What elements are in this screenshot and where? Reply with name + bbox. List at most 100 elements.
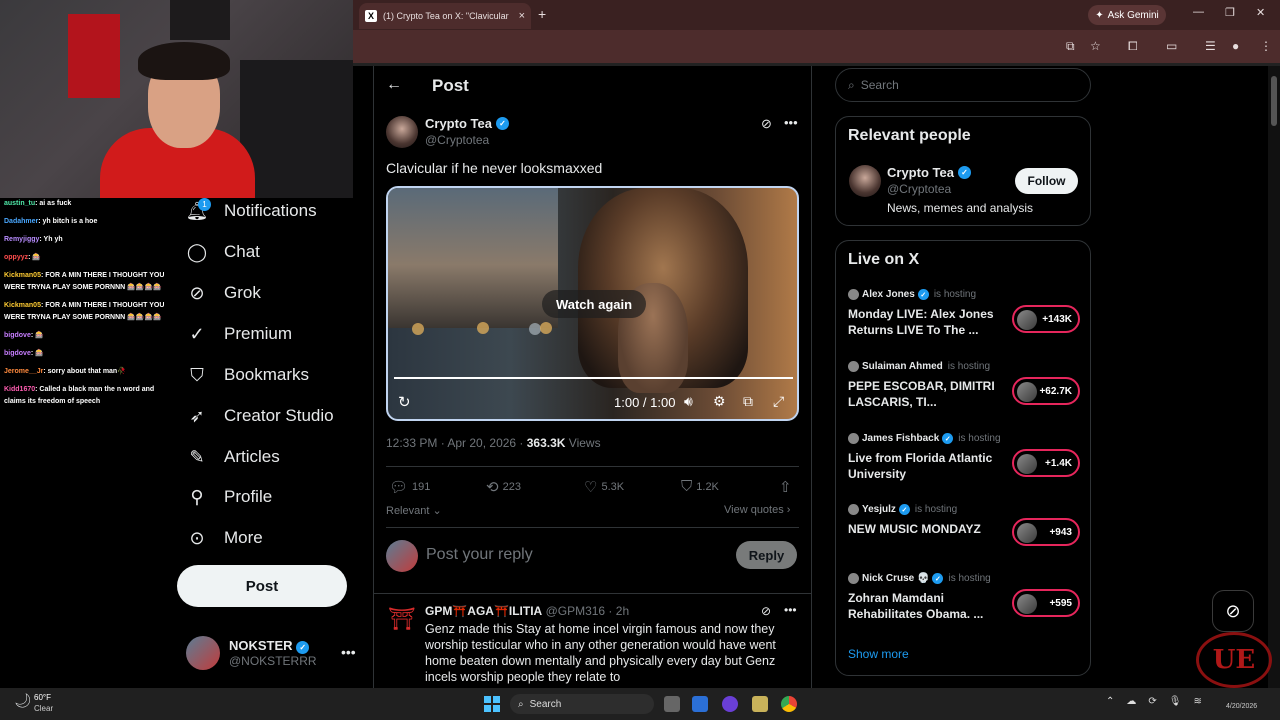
browser-tab[interactable]: X (1) Crypto Tea on X: "Clavicular × [359, 3, 531, 29]
nav-articles[interactable]: ✎ Articles [186, 446, 279, 468]
app-icon[interactable] [752, 696, 768, 712]
tab-close-icon[interactable]: × [519, 10, 525, 22]
split-view-icon[interactable]: ▭ [1166, 39, 1177, 53]
scrollbar-thumb[interactable] [1271, 76, 1277, 126]
bokeh-light [540, 322, 552, 334]
video-player[interactable]: Watch again ↻ 1:00 / 1:00 🔊︎ ⚙ ⧉ ⤢ [386, 186, 799, 421]
app-icon[interactable] [722, 696, 738, 712]
live-item[interactable]: Sulaiman Ahmed is hosting PEPE ESCOBAR, DI… [848, 361, 1080, 410]
fullscreen-icon[interactable]: ⤢ [773, 393, 784, 410]
torii-avatar-icon[interactable]: ⛩ [388, 606, 416, 632]
more-dots-icon[interactable]: ••• [341, 644, 356, 660]
more-dots-icon[interactable]: ••• [784, 115, 798, 130]
grok-icon[interactable]: ⊘ [761, 604, 771, 618]
volume-icon[interactable]: 🔊︎ [684, 393, 693, 410]
nav-grok[interactable]: ⊘ Grok [186, 282, 260, 304]
back-arrow-icon[interactable]: ← [386, 76, 402, 94]
taskbar-date[interactable]: 4/20/2026 [1226, 703, 1257, 710]
listener-count-badge[interactable]: +62.7K [1012, 377, 1080, 405]
media-icon[interactable]: ☰ [1205, 39, 1216, 53]
nav-profile[interactable]: ⚲ Profile [186, 486, 272, 508]
grok-icon[interactable]: ⊘ [761, 116, 772, 132]
mic-icon[interactable]: 🎙︎ [1169, 696, 1182, 707]
reply-input[interactable]: Post your reply [426, 546, 533, 564]
more-dots-icon[interactable]: ••• [784, 603, 797, 617]
repost-button[interactable]: ⟲ 223 [486, 478, 521, 496]
author-handle[interactable]: @Cryptotea [425, 133, 489, 147]
reply-header[interactable]: GPM⛩️AGA⛩️ILITIA @GPM316 · 2h [425, 604, 629, 618]
nav-bookmarks[interactable]: ⛉ Bookmarks [186, 364, 309, 386]
cloud-icon[interactable]: ☁ [1126, 696, 1136, 707]
account-switcher[interactable]: NOKSTER ✓ @NOKSTERRR ••• [186, 636, 356, 672]
author-avatar[interactable] [386, 116, 418, 148]
view-count: 363.3K [526, 436, 566, 450]
scrollbar[interactable] [1268, 66, 1280, 688]
close-window-icon[interactable]: ✕ [1256, 6, 1265, 19]
relevant-person-name[interactable]: Crypto Tea ✓ [887, 165, 971, 180]
minimize-icon[interactable]: — [1193, 6, 1204, 18]
avatar[interactable]: ● [1232, 39, 1239, 53]
post-button[interactable]: Post [177, 565, 347, 607]
share-button[interactable]: ⇧ [779, 478, 792, 496]
nav-creator-studio[interactable]: ➶ Creator Studio [186, 405, 333, 427]
host-avatar [848, 289, 859, 300]
nav-more[interactable]: ⊙ More [186, 527, 262, 549]
chrome-icon[interactable] [781, 696, 797, 712]
verified-icon: ✓ [898, 504, 910, 515]
author-name[interactable]: Crypto Tea ✓ [425, 116, 509, 131]
replay-icon[interactable]: ↻ [398, 393, 411, 411]
listener-count-badge[interactable]: +595 [1012, 589, 1080, 617]
start-button[interactable] [484, 696, 500, 712]
chat-text: : yh bitch is a hoe [38, 218, 98, 225]
live-item[interactable]: James Fishback ✓ is hosting Live from Flori… [848, 433, 1080, 482]
search-input[interactable]: ⌕ Search [835, 68, 1091, 102]
install-icon[interactable]: ⧉ [1066, 39, 1075, 54]
live-item[interactable]: Yesjulz ✓ is hosting NEW MUSIC MONDAYZ +943 [848, 504, 1080, 546]
taskbar-search[interactable]: ⌕ Search [510, 694, 654, 714]
live-stream-title: NEW MUSIC MONDAYZ [848, 522, 981, 536]
show-more-link[interactable]: Show more [848, 647, 909, 661]
task-view-icon[interactable] [664, 696, 680, 712]
like-button[interactable]: ♡ 5.3K [584, 478, 624, 496]
system-tray[interactable]: ⌃ ☁ ⟳ 🎙︎ ≋ [1106, 696, 1202, 707]
listener-count-badge[interactable]: +143K [1012, 305, 1080, 333]
extensions-icon[interactable]: ⧠ [1128, 39, 1138, 54]
settings-gear-icon[interactable]: ⚙ [713, 393, 726, 410]
wifi-icon[interactable]: ≋ [1193, 696, 1201, 707]
live-host: Nick Cruse 💀 ✓ is hosting [848, 573, 1080, 584]
listener-count-badge[interactable]: +943 [1012, 518, 1080, 546]
sort-dropdown[interactable]: Relevant ⌄ [386, 504, 442, 517]
maximize-icon[interactable]: ❐ [1225, 6, 1235, 19]
bookmark-button[interactable]: ⛉ 1.2K [681, 478, 719, 495]
address-bar[interactable] [353, 30, 1280, 63]
chat-username: Kickman05 [4, 272, 41, 279]
bookmark-star-icon[interactable]: ☆ [1090, 39, 1101, 53]
chat-message: Kickman05: FOR A MIN THERE I THOUGHT YOU… [4, 270, 172, 294]
app-icon[interactable] [692, 696, 708, 712]
chevron-up-icon[interactable]: ⌃ [1106, 696, 1114, 707]
listener-count-badge[interactable]: +1.4K [1012, 449, 1080, 477]
host-name: Sulaiman Ahmed [862, 361, 943, 372]
chat-message: Jerome__Jr: sorry about that man🥀 [4, 366, 172, 378]
video-progress-bar[interactable] [394, 377, 793, 379]
ask-gemini-button[interactable]: ✦ Ask Gemini [1088, 5, 1166, 25]
relevant-person-handle[interactable]: @Cryptotea [887, 182, 951, 196]
avatar[interactable] [849, 165, 881, 197]
nav-premium[interactable]: ✓ Premium [186, 323, 292, 345]
weather-temp[interactable]: 60°F [34, 693, 51, 702]
nav-chat[interactable]: ◯ Chat [186, 241, 260, 263]
live-item[interactable]: Nick Cruse 💀 ✓ is hosting Zohran Mamdani Re… [848, 573, 1080, 622]
pip-icon[interactable]: ⧉ [743, 393, 753, 410]
weather-moon-icon[interactable]: 🌙︎ [14, 692, 32, 709]
sync-icon[interactable]: ⟳ [1148, 696, 1156, 707]
reply-button[interactable]: Reply [736, 541, 797, 569]
live-item[interactable]: Alex Jones ✓ is hosting Monday LIVE: Alex J… [848, 289, 1080, 338]
weather-condition[interactable]: Clear [34, 704, 53, 713]
view-quotes-link[interactable]: View quotes › [724, 504, 790, 516]
reply-count-button[interactable]: 💬︎ 191 [389, 478, 430, 496]
grok-floating-button[interactable]: ⊘ [1212, 590, 1254, 632]
watch-again-button[interactable]: Watch again [542, 290, 646, 318]
menu-icon[interactable]: ⋮ [1260, 39, 1272, 53]
follow-button[interactable]: Follow [1015, 168, 1078, 194]
new-tab-button[interactable]: + [538, 6, 546, 22]
